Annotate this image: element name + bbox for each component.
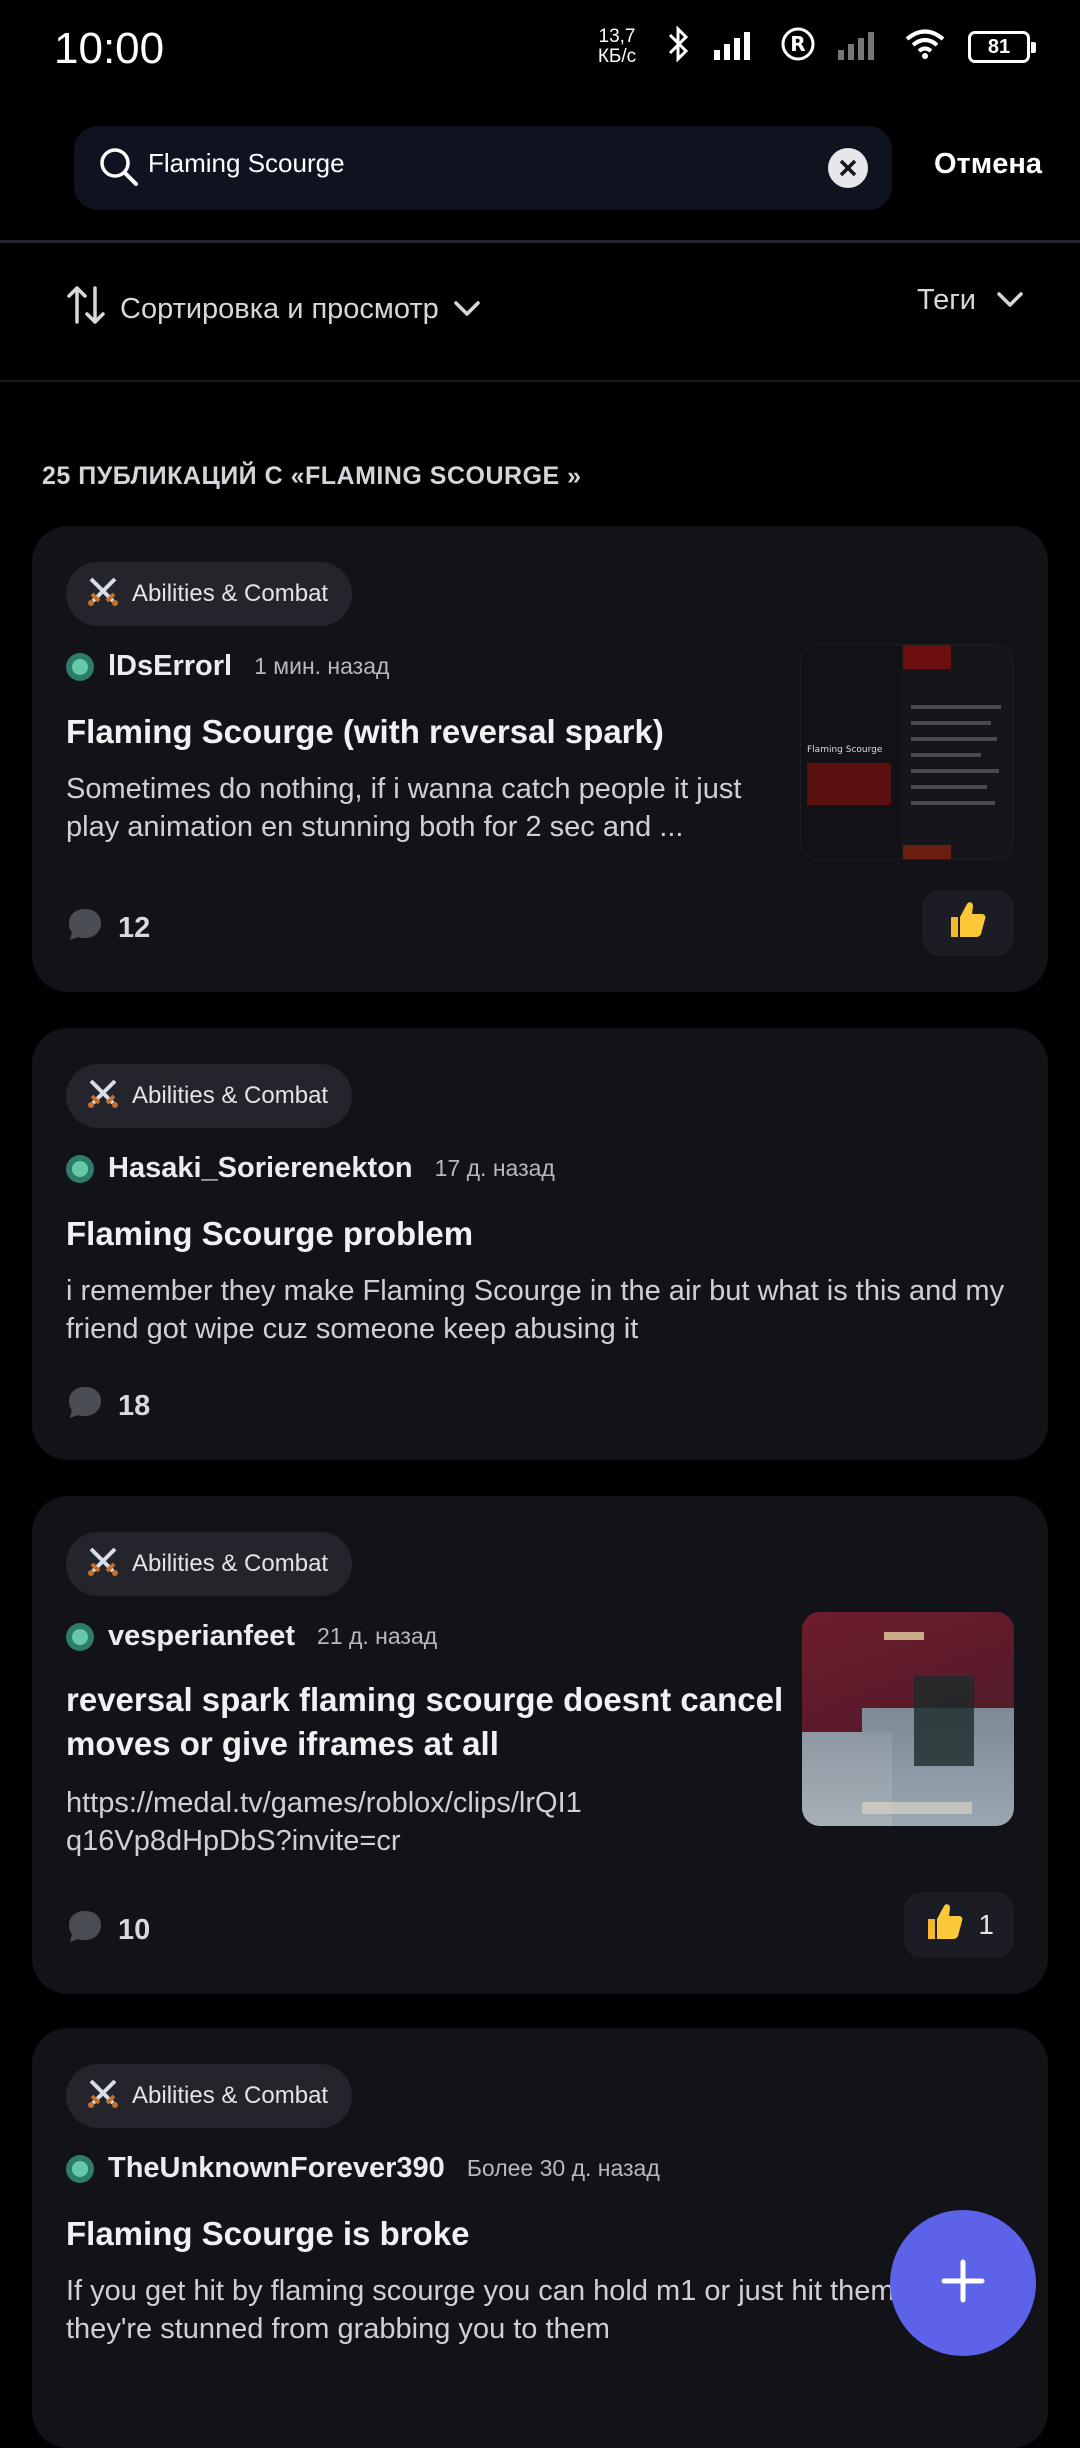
post-preview: If you get hit by flaming scourge you ca… bbox=[66, 2275, 895, 2345]
tag-pill[interactable]: Abilities & Combat bbox=[66, 1532, 353, 1596]
crossed-swords-icon bbox=[86, 2076, 120, 2117]
post-time: Более 30 д. назад bbox=[466, 2155, 660, 2181]
post-card[interactable]: Abilities & Combat TheUnknownForever390 … bbox=[32, 2028, 1048, 2448]
like-count: 1 bbox=[978, 1909, 994, 1940]
avatar[interactable] bbox=[66, 2154, 94, 2183]
svg-text:R: R bbox=[790, 32, 805, 56]
comment-icon bbox=[66, 1384, 104, 1428]
search-query: Flaming Scourge bbox=[148, 148, 345, 178]
comment-count[interactable]: 12 bbox=[66, 906, 150, 950]
filter-bar: Сортировка и просмотр Теги bbox=[0, 270, 1080, 350]
comment-count[interactable]: 10 bbox=[66, 1908, 150, 1952]
author-name[interactable]: Hasaki_Sorierenekton bbox=[108, 1152, 413, 1185]
status-icons: 13,7 КБ/с R 81 bbox=[592, 25, 1036, 67]
author-name[interactable]: TheUnknownForever390 bbox=[108, 2152, 445, 2185]
tag-pill[interactable]: Abilities & Combat bbox=[66, 2064, 353, 2128]
search-icon bbox=[98, 146, 140, 193]
divider bbox=[0, 240, 1080, 243]
post-card[interactable]: Abilities & Combat vesperianfeet 21 д. н… bbox=[32, 1496, 1048, 1994]
registered-icon: R bbox=[780, 26, 816, 67]
author-row: vesperianfeet 21 д. назад bbox=[66, 1620, 437, 1653]
post-title[interactable]: Flaming Scourge (with reversal spark) bbox=[66, 710, 786, 754]
post-title[interactable]: reversal spark flaming scourge doesnt ca… bbox=[66, 1678, 786, 1766]
sort-view-button[interactable]: Сортировка и просмотр bbox=[66, 284, 481, 334]
post-time: 1 мин. назад bbox=[254, 653, 390, 679]
crossed-swords-icon bbox=[86, 574, 120, 615]
author-name[interactable]: vesperianfeet bbox=[108, 1620, 295, 1653]
like-button[interactable] bbox=[922, 890, 1014, 956]
tag-label: Abilities & Combat bbox=[132, 2082, 329, 2109]
create-post-button[interactable] bbox=[890, 2210, 1036, 2356]
signal-icon bbox=[714, 28, 758, 65]
tag-pill[interactable]: Abilities & Combat bbox=[66, 1064, 353, 1128]
post-thumbnail[interactable] bbox=[802, 1612, 1014, 1826]
avatar[interactable] bbox=[66, 1154, 94, 1183]
post-preview: i remember they make Flaming Scourge in … bbox=[66, 1275, 1005, 1345]
search-input[interactable]: Flaming Scourge bbox=[74, 126, 892, 210]
author-name[interactable]: lDsErrorl bbox=[108, 650, 232, 683]
chevron-down-icon bbox=[996, 284, 1024, 317]
tag-pill[interactable]: Abilities & Combat bbox=[66, 562, 353, 626]
comment-count-value: 12 bbox=[118, 911, 151, 944]
cancel-button[interactable]: Отмена bbox=[934, 148, 1042, 181]
author-row: lDsErrorl 1 мин. назад bbox=[66, 650, 389, 683]
post-preview: Sometimes do nothing, if i wanna catch p… bbox=[66, 773, 742, 843]
post-title[interactable]: Flaming Scourge is broke bbox=[66, 2212, 1006, 2256]
bluetooth-icon bbox=[664, 25, 692, 67]
crossed-swords-icon bbox=[86, 1076, 120, 1117]
avatar[interactable] bbox=[66, 652, 94, 681]
battery-indicator: 81 bbox=[968, 30, 1036, 63]
author-row: Hasaki_Sorierenekton 17 д. назад bbox=[66, 1152, 555, 1185]
comment-icon bbox=[66, 1908, 104, 1952]
post-card[interactable]: Abilities & Combat Hasaki_Sorierenekton … bbox=[32, 1028, 1048, 1460]
clear-search-button[interactable] bbox=[828, 148, 868, 188]
sort-view-label: Сортировка и просмотр bbox=[120, 292, 439, 325]
signal-weak-icon bbox=[838, 28, 882, 65]
avatar[interactable] bbox=[66, 1622, 94, 1651]
tag-label: Abilities & Combat bbox=[132, 1550, 329, 1577]
post-thumbnail[interactable]: Flaming Scourge bbox=[800, 644, 1014, 860]
crossed-swords-icon bbox=[86, 1544, 120, 1585]
tags-label: Теги bbox=[917, 284, 976, 316]
comment-count-value: 10 bbox=[118, 1913, 151, 1946]
status-bar: 10:00 13,7 КБ/с R 81 bbox=[0, 0, 1080, 110]
close-icon bbox=[839, 159, 857, 177]
sort-icon bbox=[66, 284, 106, 334]
author-row: TheUnknownForever390 Более 30 д. назад bbox=[66, 2152, 660, 2185]
thumbs-up-icon bbox=[947, 899, 989, 948]
comment-count-value: 18 bbox=[118, 1389, 151, 1422]
tag-label: Abilities & Combat bbox=[132, 1082, 329, 1109]
post-card[interactable]: Abilities & Combat lDsErrorl 1 мин. наза… bbox=[32, 526, 1048, 992]
network-speed: 13,7 КБ/с bbox=[597, 25, 637, 67]
search-row: Flaming Scourge Отмена bbox=[0, 126, 1080, 210]
chevron-down-icon bbox=[453, 293, 481, 326]
results-count: 25 ПУБЛИКАЦИЙ С «FLAMING SCOURGE » bbox=[42, 462, 582, 490]
thumbnail-caption: Flaming Scourge bbox=[807, 745, 883, 755]
comment-icon bbox=[66, 906, 104, 950]
post-title[interactable]: Flaming Scourge problem bbox=[66, 1212, 1006, 1256]
post-preview[interactable]: https://medal.tv/games/roblox/clips/lrQI… bbox=[66, 1784, 586, 1860]
clock: 10:00 bbox=[54, 24, 165, 73]
like-button[interactable]: 1 bbox=[904, 1892, 1014, 1958]
tags-button[interactable]: Теги bbox=[917, 284, 1024, 317]
tag-label: Abilities & Combat bbox=[132, 580, 329, 607]
post-time: 21 д. назад bbox=[317, 1623, 438, 1649]
comment-count[interactable]: 18 bbox=[66, 1384, 150, 1428]
post-time: 17 д. назад bbox=[434, 1155, 555, 1181]
plus-icon bbox=[940, 2258, 986, 2309]
thumbs-up-icon bbox=[924, 1901, 966, 1950]
divider bbox=[0, 380, 1080, 382]
wifi-icon bbox=[904, 28, 946, 65]
